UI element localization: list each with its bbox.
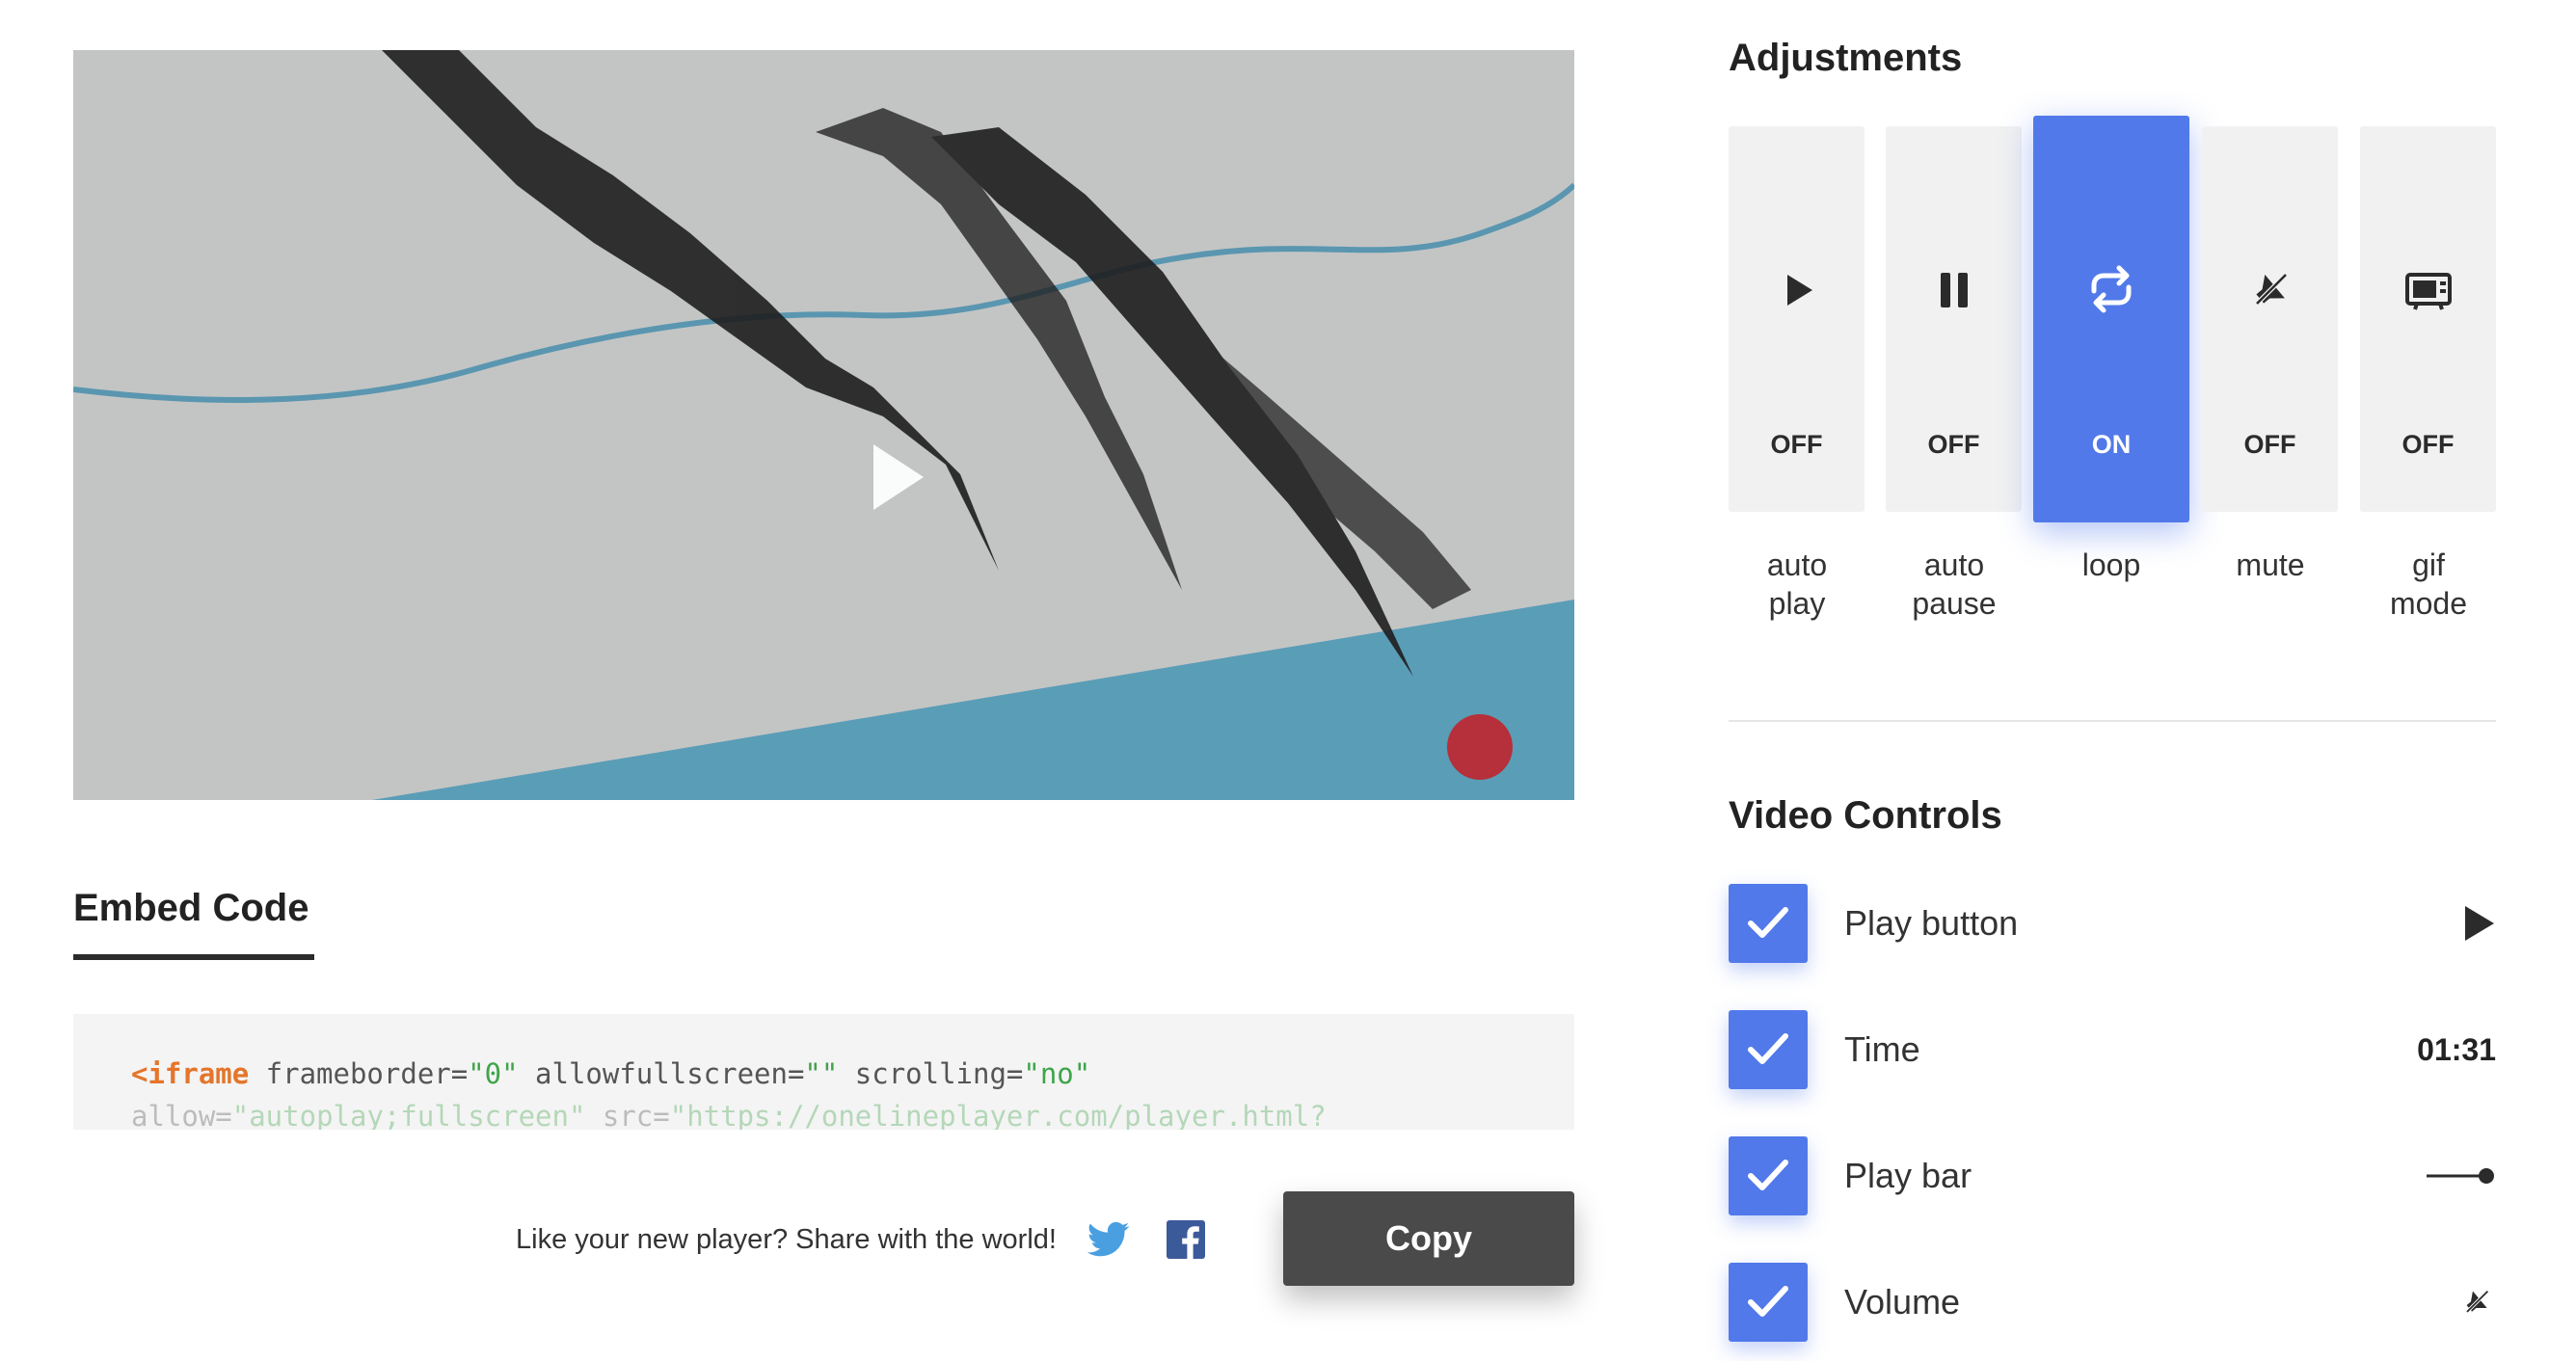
- code-value: "https://onelineplayer.com/player.html?: [669, 1100, 1327, 1130]
- adjustment-state: OFF: [1927, 430, 1980, 459]
- adjustment-state: ON: [2091, 430, 2132, 459]
- adjustment-mute-toggle[interactable]: OFF: [2202, 126, 2338, 512]
- control-preview: 01:31: [2417, 1027, 2496, 1072]
- adjustment-label-gifmode: gif mode: [2389, 547, 2468, 621]
- pause-icon: [1940, 273, 1968, 307]
- play-icon: [2465, 906, 2494, 941]
- play-button-checkbox[interactable]: [1729, 884, 1808, 963]
- code-value: "": [804, 1057, 839, 1090]
- control-row-play-button: Play button: [1729, 884, 2500, 963]
- play-bar-checkbox[interactable]: [1729, 1136, 1808, 1215]
- volume-icon: [2465, 1290, 2489, 1314]
- adjustment-gifmode-toggle[interactable]: OFF: [2360, 126, 2496, 512]
- control-label: Play button: [1844, 903, 2019, 943]
- copy-button[interactable]: Copy: [1283, 1191, 1574, 1286]
- code-attr: allow=: [131, 1100, 232, 1130]
- control-row-volume: Volume: [1729, 1263, 2500, 1342]
- video-artwork: [73, 50, 1574, 800]
- code-line-2: allow="autoplay;fullscreen" src="https:/…: [131, 1095, 1516, 1130]
- control-label: Play bar: [1844, 1156, 1972, 1195]
- control-label: Time: [1844, 1029, 1920, 1069]
- embed-code-underline: [73, 954, 314, 960]
- code-attr: allowfullscreen=: [518, 1057, 805, 1090]
- adjustment-loop-toggle[interactable]: ON: [2033, 116, 2189, 522]
- code-value: "0": [468, 1057, 519, 1090]
- embed-code-title: Embed Code: [73, 887, 309, 929]
- code-attr: src=: [585, 1100, 670, 1130]
- code-value: "no": [1023, 1057, 1091, 1090]
- control-preview: [2463, 901, 2496, 946]
- code-tag: <iframe: [131, 1057, 250, 1090]
- embed-code-box[interactable]: <iframe frameborder="0" allowfullscreen=…: [73, 1014, 1574, 1130]
- adjustment-autoplay-toggle[interactable]: OFF: [1729, 126, 1865, 512]
- code-attr: scrolling=: [838, 1057, 1024, 1090]
- checkmark-icon: [1748, 1286, 1788, 1317]
- code-attr: frameborder=: [249, 1057, 469, 1090]
- adjustment-state: OFF: [2402, 430, 2455, 459]
- share-text: Like your new player? Share with the wor…: [516, 1224, 1057, 1255]
- control-preview: [2457, 1280, 2496, 1324]
- play-icon: [1786, 275, 1812, 306]
- adjustments-title: Adjustments: [1729, 37, 1963, 79]
- gif-tv-icon: [2404, 273, 2452, 310]
- checkmark-icon: [1748, 1033, 1788, 1064]
- loop-icon: [2091, 265, 2132, 313]
- checkmark-icon: [1748, 907, 1788, 938]
- video-controls-title: Video Controls: [1729, 794, 2002, 837]
- control-preview: [2427, 1154, 2496, 1198]
- adjustment-label-mute: mute: [2236, 547, 2305, 582]
- video-play-icon[interactable]: [870, 440, 927, 514]
- video-preview[interactable]: [73, 50, 1574, 800]
- facebook-icon[interactable]: [1167, 1220, 1205, 1259]
- time-checkbox[interactable]: [1729, 1010, 1808, 1089]
- time-readout: 01:31: [2417, 1031, 2496, 1067]
- volume-checkbox[interactable]: [1729, 1263, 1808, 1342]
- mute-icon: [2254, 273, 2288, 306]
- control-row-play-bar: Play bar: [1729, 1136, 2500, 1215]
- checkmark-icon: [1748, 1160, 1788, 1190]
- code-line-1: <iframe frameborder="0" allowfullscreen=…: [131, 1053, 1516, 1095]
- control-label: Volume: [1844, 1282, 1961, 1321]
- play-bar-icon: [2427, 1168, 2494, 1184]
- adjustment-state: OFF: [1770, 430, 1823, 459]
- adjustment-label-loop: loop: [2081, 547, 2141, 582]
- adjustment-label-autoplay: auto play: [1766, 547, 1828, 621]
- section-divider: [1729, 720, 2496, 722]
- twitter-icon[interactable]: [1087, 1220, 1130, 1259]
- control-row-time: Time 01:31: [1729, 1010, 2500, 1089]
- adjustment-autopause-toggle[interactable]: OFF: [1886, 126, 2022, 512]
- adjustment-label-autopause: auto pause: [1912, 547, 1997, 621]
- code-value: "autoplay;fullscreen": [231, 1100, 586, 1130]
- adjustment-state: OFF: [2243, 430, 2296, 459]
